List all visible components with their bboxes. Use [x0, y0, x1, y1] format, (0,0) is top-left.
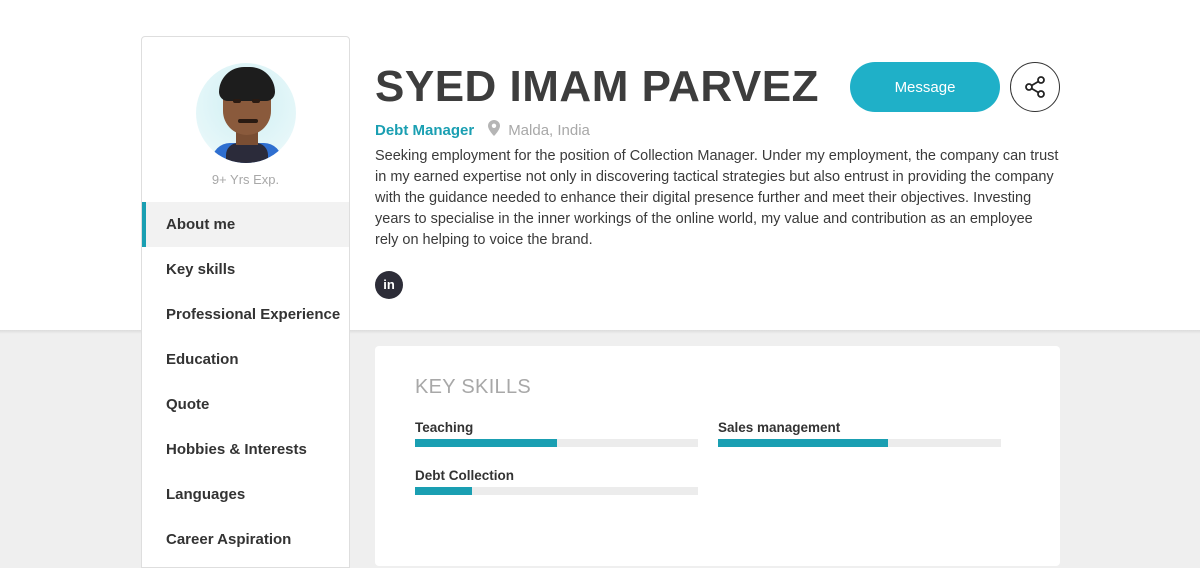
skill-bar-fill — [415, 439, 557, 447]
skill-name: Debt Collection — [415, 468, 515, 483]
about-text: Seeking employment for the position of C… — [375, 148, 1059, 248]
linkedin-icon[interactable]: in — [375, 271, 403, 299]
skill-bar-track — [415, 439, 698, 447]
skill-bar-fill — [718, 439, 888, 447]
job-title: Debt Manager — [375, 121, 475, 139]
sidebar-item-key-skills[interactable]: Key skills — [142, 247, 349, 292]
skill-debt-collection: Debt Collection — [415, 468, 698, 495]
avatar — [196, 63, 296, 163]
experience-years: 9+ Yrs Exp. — [211, 172, 280, 187]
title-location-line: Debt Manager Malda, India — [375, 120, 590, 140]
share-icon — [1025, 76, 1045, 98]
skill-bar-fill — [415, 487, 472, 495]
sidebar-item-professional-experience[interactable]: Professional Experience — [142, 292, 349, 337]
profile-name: SYED IMAM PARVEZ — [375, 62, 819, 111]
profile-sidebar: 9+ Yrs Exp. About me Key skills Professi… — [141, 36, 350, 568]
sidebar-nav: About me Key skills Professional Experie… — [142, 202, 349, 562]
location: Malda, India — [508, 121, 590, 139]
key-skills-title: KEY SKILLS — [415, 376, 532, 398]
sidebar-item-about-me[interactable]: About me — [142, 202, 349, 247]
skill-bar-track — [415, 487, 698, 495]
sidebar-item-languages[interactable]: Languages — [142, 472, 349, 517]
sidebar-item-hobbies-interests[interactable]: Hobbies & Interests — [142, 427, 349, 472]
skill-name: Sales management — [718, 420, 841, 435]
share-button[interactable] — [1010, 62, 1060, 112]
sidebar-item-education[interactable]: Education — [142, 337, 349, 382]
key-skills-card: KEY SKILLS Teaching Sales management Deb… — [375, 346, 1060, 566]
location-pin-icon — [488, 120, 501, 140]
message-button[interactable]: Message — [850, 62, 1000, 112]
skill-sales-management: Sales management — [718, 420, 1001, 447]
skill-teaching: Teaching — [415, 420, 698, 447]
skill-name: Teaching — [415, 420, 474, 435]
skill-bar-track — [718, 439, 1001, 447]
sidebar-item-career-aspiration[interactable]: Career Aspiration — [142, 517, 349, 562]
sidebar-item-quote[interactable]: Quote — [142, 382, 349, 427]
